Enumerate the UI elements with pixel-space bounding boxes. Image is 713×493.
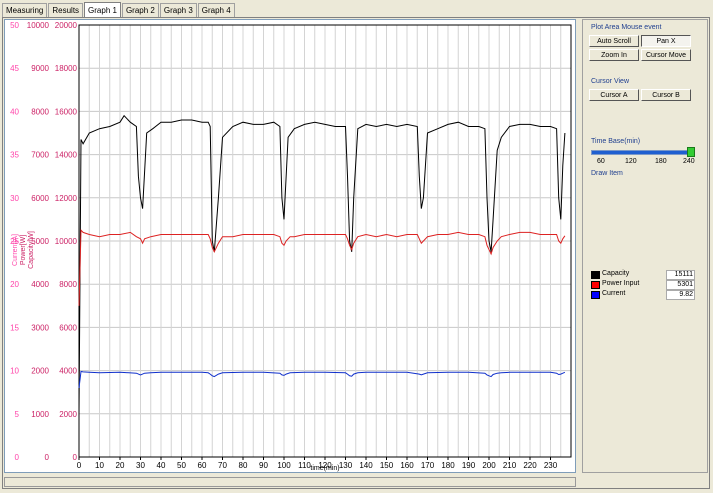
- time-base-tick: 120: [625, 158, 637, 165]
- capacity-swatch: [591, 271, 600, 279]
- x-tick-label: 90: [259, 461, 268, 470]
- time-base-tick: 180: [655, 158, 667, 165]
- time-base-slider[interactable]: [591, 150, 693, 155]
- legend-value: 9.82: [666, 290, 695, 300]
- x-tick-label: 230: [544, 461, 558, 470]
- y-tick-label: 15: [10, 323, 19, 332]
- x-tick-label: 220: [523, 461, 537, 470]
- chart-svg[interactable]: 0510152025303540455001000200030004000500…: [5, 20, 575, 472]
- tab-results[interactable]: Results: [48, 3, 84, 17]
- x-tick-label: 50: [177, 461, 186, 470]
- draw-item-title: Draw Item: [591, 170, 623, 177]
- x-tick-label: 100: [277, 461, 291, 470]
- time-base-title: Time Base(min): [591, 138, 641, 145]
- y-tick-label: 12000: [55, 194, 78, 203]
- y-tick-label: 10: [10, 367, 19, 376]
- y-tick-label: 4000: [31, 280, 49, 289]
- x-tick-label: 30: [136, 461, 145, 470]
- x-tick-label: 190: [462, 461, 476, 470]
- legend-name: Current: [602, 290, 626, 297]
- mouse-event-title: Plot Area Mouse event: [591, 24, 662, 31]
- y-tick-label: 50: [10, 21, 19, 30]
- y-tick-label: 0: [45, 453, 50, 462]
- current-swatch: [591, 291, 600, 299]
- x-tick-label: 180: [441, 461, 455, 470]
- x-tick-label: 200: [482, 461, 496, 470]
- y-tick-label: 6000: [31, 194, 49, 203]
- legend-current[interactable]: Current 9.82: [591, 290, 695, 300]
- y-tick-label: 0: [15, 453, 20, 462]
- y-tick-label: 10000: [27, 21, 50, 30]
- control-panel: Plot Area Mouse event Auto Scroll Pan X …: [582, 19, 708, 473]
- plot-area[interactable]: 0 5 10 15 20 25 30 35 40 45 50 0 1000 2000 3000 4000 500…: [4, 19, 576, 473]
- x-tick-label: 0: [77, 461, 82, 470]
- x-tick-label: 150: [380, 461, 394, 470]
- x-tick-label: 140: [359, 461, 373, 470]
- y-tick-label: 8000: [59, 280, 77, 289]
- x-tick-label: 60: [198, 461, 207, 470]
- x-tick-label: 80: [239, 461, 248, 470]
- legend-name: Capacity: [602, 270, 630, 277]
- series-line-capacity: [78, 114, 566, 414]
- y-tick-label: 35: [10, 151, 19, 160]
- y-axis-label: Capacity[W]: [28, 231, 35, 269]
- tab-strip: Measuring Results Graph 1 Graph 2 Graph 3 Gra…: [2, 2, 236, 18]
- legend-capacity[interactable]: Capacity 15111: [591, 270, 695, 280]
- x-tick-label: 160: [400, 461, 414, 470]
- legend-value: 5301: [666, 280, 695, 290]
- y-tick-label: 20000: [55, 21, 78, 30]
- x-tick-label: 40: [157, 461, 166, 470]
- x-tick-label: 20: [116, 461, 125, 470]
- y-tick-label: 5: [15, 410, 20, 419]
- time-base-slider-thumb[interactable]: [687, 147, 695, 157]
- y-tick-label: 8000: [31, 107, 49, 116]
- tab-graph-4[interactable]: Graph 4: [197, 3, 235, 17]
- tab-measuring[interactable]: Measuring: [2, 3, 48, 17]
- y-tick-label: 7000: [31, 151, 49, 160]
- tab-graph-3[interactable]: Graph 3: [159, 3, 197, 17]
- x-tick-label: 70: [218, 461, 227, 470]
- status-bar: [4, 477, 576, 487]
- y-axis-label: Current[A]: [12, 234, 19, 266]
- series-line-current: [78, 370, 566, 388]
- auto-scroll-button[interactable]: Auto Scroll: [589, 35, 639, 47]
- y-tick-label: 16000: [55, 107, 78, 116]
- time-base-tick: 240: [683, 158, 695, 165]
- zoom-in-button[interactable]: Zoom In: [589, 49, 639, 61]
- legend-power-input[interactable]: Power Input 5301: [591, 280, 695, 290]
- pan-x-button[interactable]: Pan X: [641, 35, 691, 47]
- tab-graph-1[interactable]: Graph 1: [84, 2, 121, 18]
- y-tick-label: 30: [10, 194, 19, 203]
- legend-name: Power Input: [602, 280, 640, 287]
- y-tick-label: 14000: [55, 151, 78, 160]
- y-tick-label: 45: [10, 64, 19, 73]
- legend-value: 15111: [666, 270, 695, 280]
- x-axis-label: time(min): [310, 465, 339, 472]
- x-tick-label: 170: [421, 461, 435, 470]
- x-tick-label: 130: [339, 461, 353, 470]
- y-tick-label: 2000: [31, 367, 49, 376]
- y-tick-label: 20: [10, 280, 19, 289]
- y-axis-label: Power[W]: [20, 235, 27, 265]
- y-tick-label: 40: [10, 107, 19, 116]
- cursor-view-title: Cursor View: [591, 78, 629, 85]
- y-tick-label: 2000: [59, 410, 77, 419]
- y-tick-label: 3000: [31, 323, 49, 332]
- y-tick-label: 1000: [31, 410, 49, 419]
- power-input-swatch: [591, 281, 600, 289]
- y-tick-label: 10000: [55, 237, 78, 246]
- y-tick-label: 18000: [55, 64, 78, 73]
- time-base-tick: 60: [597, 158, 605, 165]
- cursor-move-button[interactable]: Cursor Move: [641, 49, 691, 61]
- y-tick-label: 6000: [59, 323, 77, 332]
- cursor-a-button[interactable]: Cursor A: [589, 89, 639, 101]
- x-tick-label: 210: [503, 461, 517, 470]
- cursor-b-button[interactable]: Cursor B: [641, 89, 691, 101]
- y-tick-label: 4000: [59, 367, 77, 376]
- x-tick-label: 10: [95, 461, 104, 470]
- tab-graph-2[interactable]: Graph 2: [121, 3, 159, 17]
- y-tick-label: 9000: [31, 64, 49, 73]
